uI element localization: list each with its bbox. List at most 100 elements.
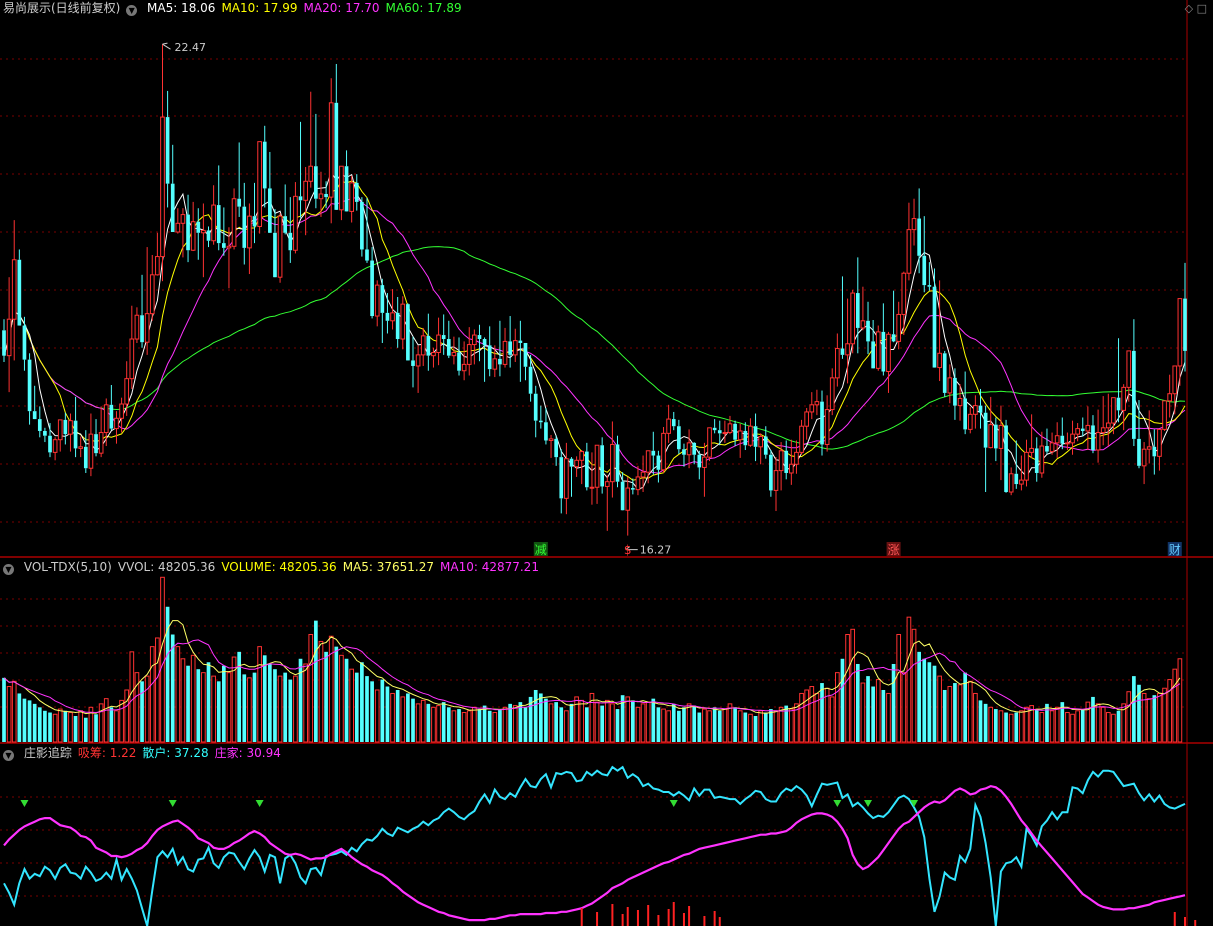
candle-body — [415, 354, 421, 367]
volume-bar — [645, 701, 651, 743]
candle-body — [103, 404, 109, 434]
volume-bar — [978, 700, 983, 742]
volume-bar — [1157, 692, 1162, 743]
candle-body — [917, 218, 921, 256]
candle-body — [406, 304, 410, 361]
candle-body — [441, 335, 446, 340]
candle-body — [129, 338, 135, 380]
volume-bar — [579, 699, 585, 743]
candle-body — [482, 339, 487, 346]
volume-bar — [799, 692, 804, 743]
volume-bar — [144, 675, 150, 743]
candle-body — [466, 344, 472, 365]
volume-bar — [349, 668, 354, 743]
candle-body — [682, 449, 686, 455]
candle-body — [686, 442, 692, 456]
candle-body — [502, 340, 508, 365]
volume-bar — [262, 655, 267, 742]
candle-body — [140, 315, 144, 343]
indicator-panel-menu-icon[interactable]: ▼ — [3, 750, 14, 761]
candle-body — [528, 366, 533, 394]
candle-body — [733, 423, 737, 440]
volume-bar — [318, 640, 324, 743]
volume-panel-menu-icon[interactable]: ▼ — [3, 564, 14, 575]
candle-body — [677, 426, 681, 450]
volume-bar — [37, 707, 42, 742]
volume-bar — [1141, 692, 1147, 743]
candle-body — [625, 487, 631, 511]
volume-bar — [1162, 687, 1167, 743]
diamond-icon[interactable]: ◇ — [1185, 2, 1193, 15]
candle-body — [68, 420, 73, 435]
volume-bar — [17, 693, 22, 742]
candle-body — [1172, 365, 1178, 395]
candle-body — [88, 433, 94, 469]
candle-body — [134, 314, 140, 340]
ma-legend-item: MA20: 17.70 — [303, 1, 380, 15]
volume-bar — [129, 651, 135, 743]
volume-bar — [119, 699, 124, 743]
panel-menu-icon[interactable]: ▼ — [126, 5, 138, 16]
candle-body — [722, 432, 728, 435]
chart-canvas: 22.47 16.27 减 $ 涨 财 — [0, 0, 1213, 926]
volume-bar — [1080, 709, 1085, 742]
volume-bar — [472, 706, 477, 743]
volume-bar — [380, 679, 385, 742]
candle-body — [83, 446, 88, 469]
volume-bar — [722, 708, 728, 743]
candle-body — [170, 183, 175, 233]
volume-bar — [523, 707, 528, 742]
ma-legend-item: MA60: 17.89 — [385, 1, 462, 15]
volume-bar — [415, 703, 421, 743]
candle-body — [298, 196, 303, 201]
volume-bar — [114, 710, 119, 743]
volume-bar — [226, 672, 232, 743]
candle-body — [937, 352, 942, 369]
candle-body — [1070, 433, 1075, 444]
candle-body — [94, 434, 98, 454]
volume-bar — [600, 705, 605, 742]
volume-bar — [702, 708, 707, 743]
volume-bar — [206, 662, 211, 742]
candle-body — [318, 193, 324, 200]
volume-legend-item: VOLUME: 48205.36 — [221, 560, 337, 574]
volume-bar — [1132, 676, 1136, 742]
candle-body — [175, 222, 181, 233]
candle-body — [231, 198, 237, 247]
candle-body — [978, 405, 983, 413]
candle-body — [640, 471, 646, 478]
volume-bar — [625, 696, 631, 743]
candle-body — [257, 141, 262, 227]
volume-bar — [374, 689, 380, 743]
candle-body — [692, 442, 697, 455]
candle-body — [11, 259, 17, 320]
volume-bar — [303, 663, 308, 743]
candle-body — [615, 444, 620, 482]
volume-bar — [661, 708, 666, 743]
volume-bar — [43, 710, 47, 742]
volume-bar — [124, 689, 130, 743]
volume-bar — [1019, 710, 1024, 743]
volume-bar — [1172, 668, 1178, 743]
window-corner-icons[interactable]: ◇ □ — [1185, 2, 1207, 15]
volume-bar — [584, 707, 589, 742]
volume-bar — [293, 675, 298, 743]
square-icon[interactable]: □ — [1197, 2, 1207, 15]
candle-body — [186, 214, 190, 251]
volume-bar — [544, 698, 548, 742]
candle-body — [538, 420, 543, 423]
candle-body — [487, 345, 492, 370]
volume-bar — [906, 616, 912, 743]
volume-bar — [671, 703, 676, 742]
candle-body — [124, 378, 130, 405]
volume-bar — [354, 672, 359, 742]
volume-bar — [1029, 705, 1034, 743]
volume-bar — [845, 634, 850, 743]
volume-bar — [947, 686, 953, 743]
volume-bar — [1105, 712, 1111, 743]
candle-body — [190, 221, 196, 251]
volume-bar — [860, 682, 866, 743]
volume-bar — [804, 689, 810, 743]
candle-body — [998, 424, 1004, 449]
volume-bar — [957, 684, 963, 743]
